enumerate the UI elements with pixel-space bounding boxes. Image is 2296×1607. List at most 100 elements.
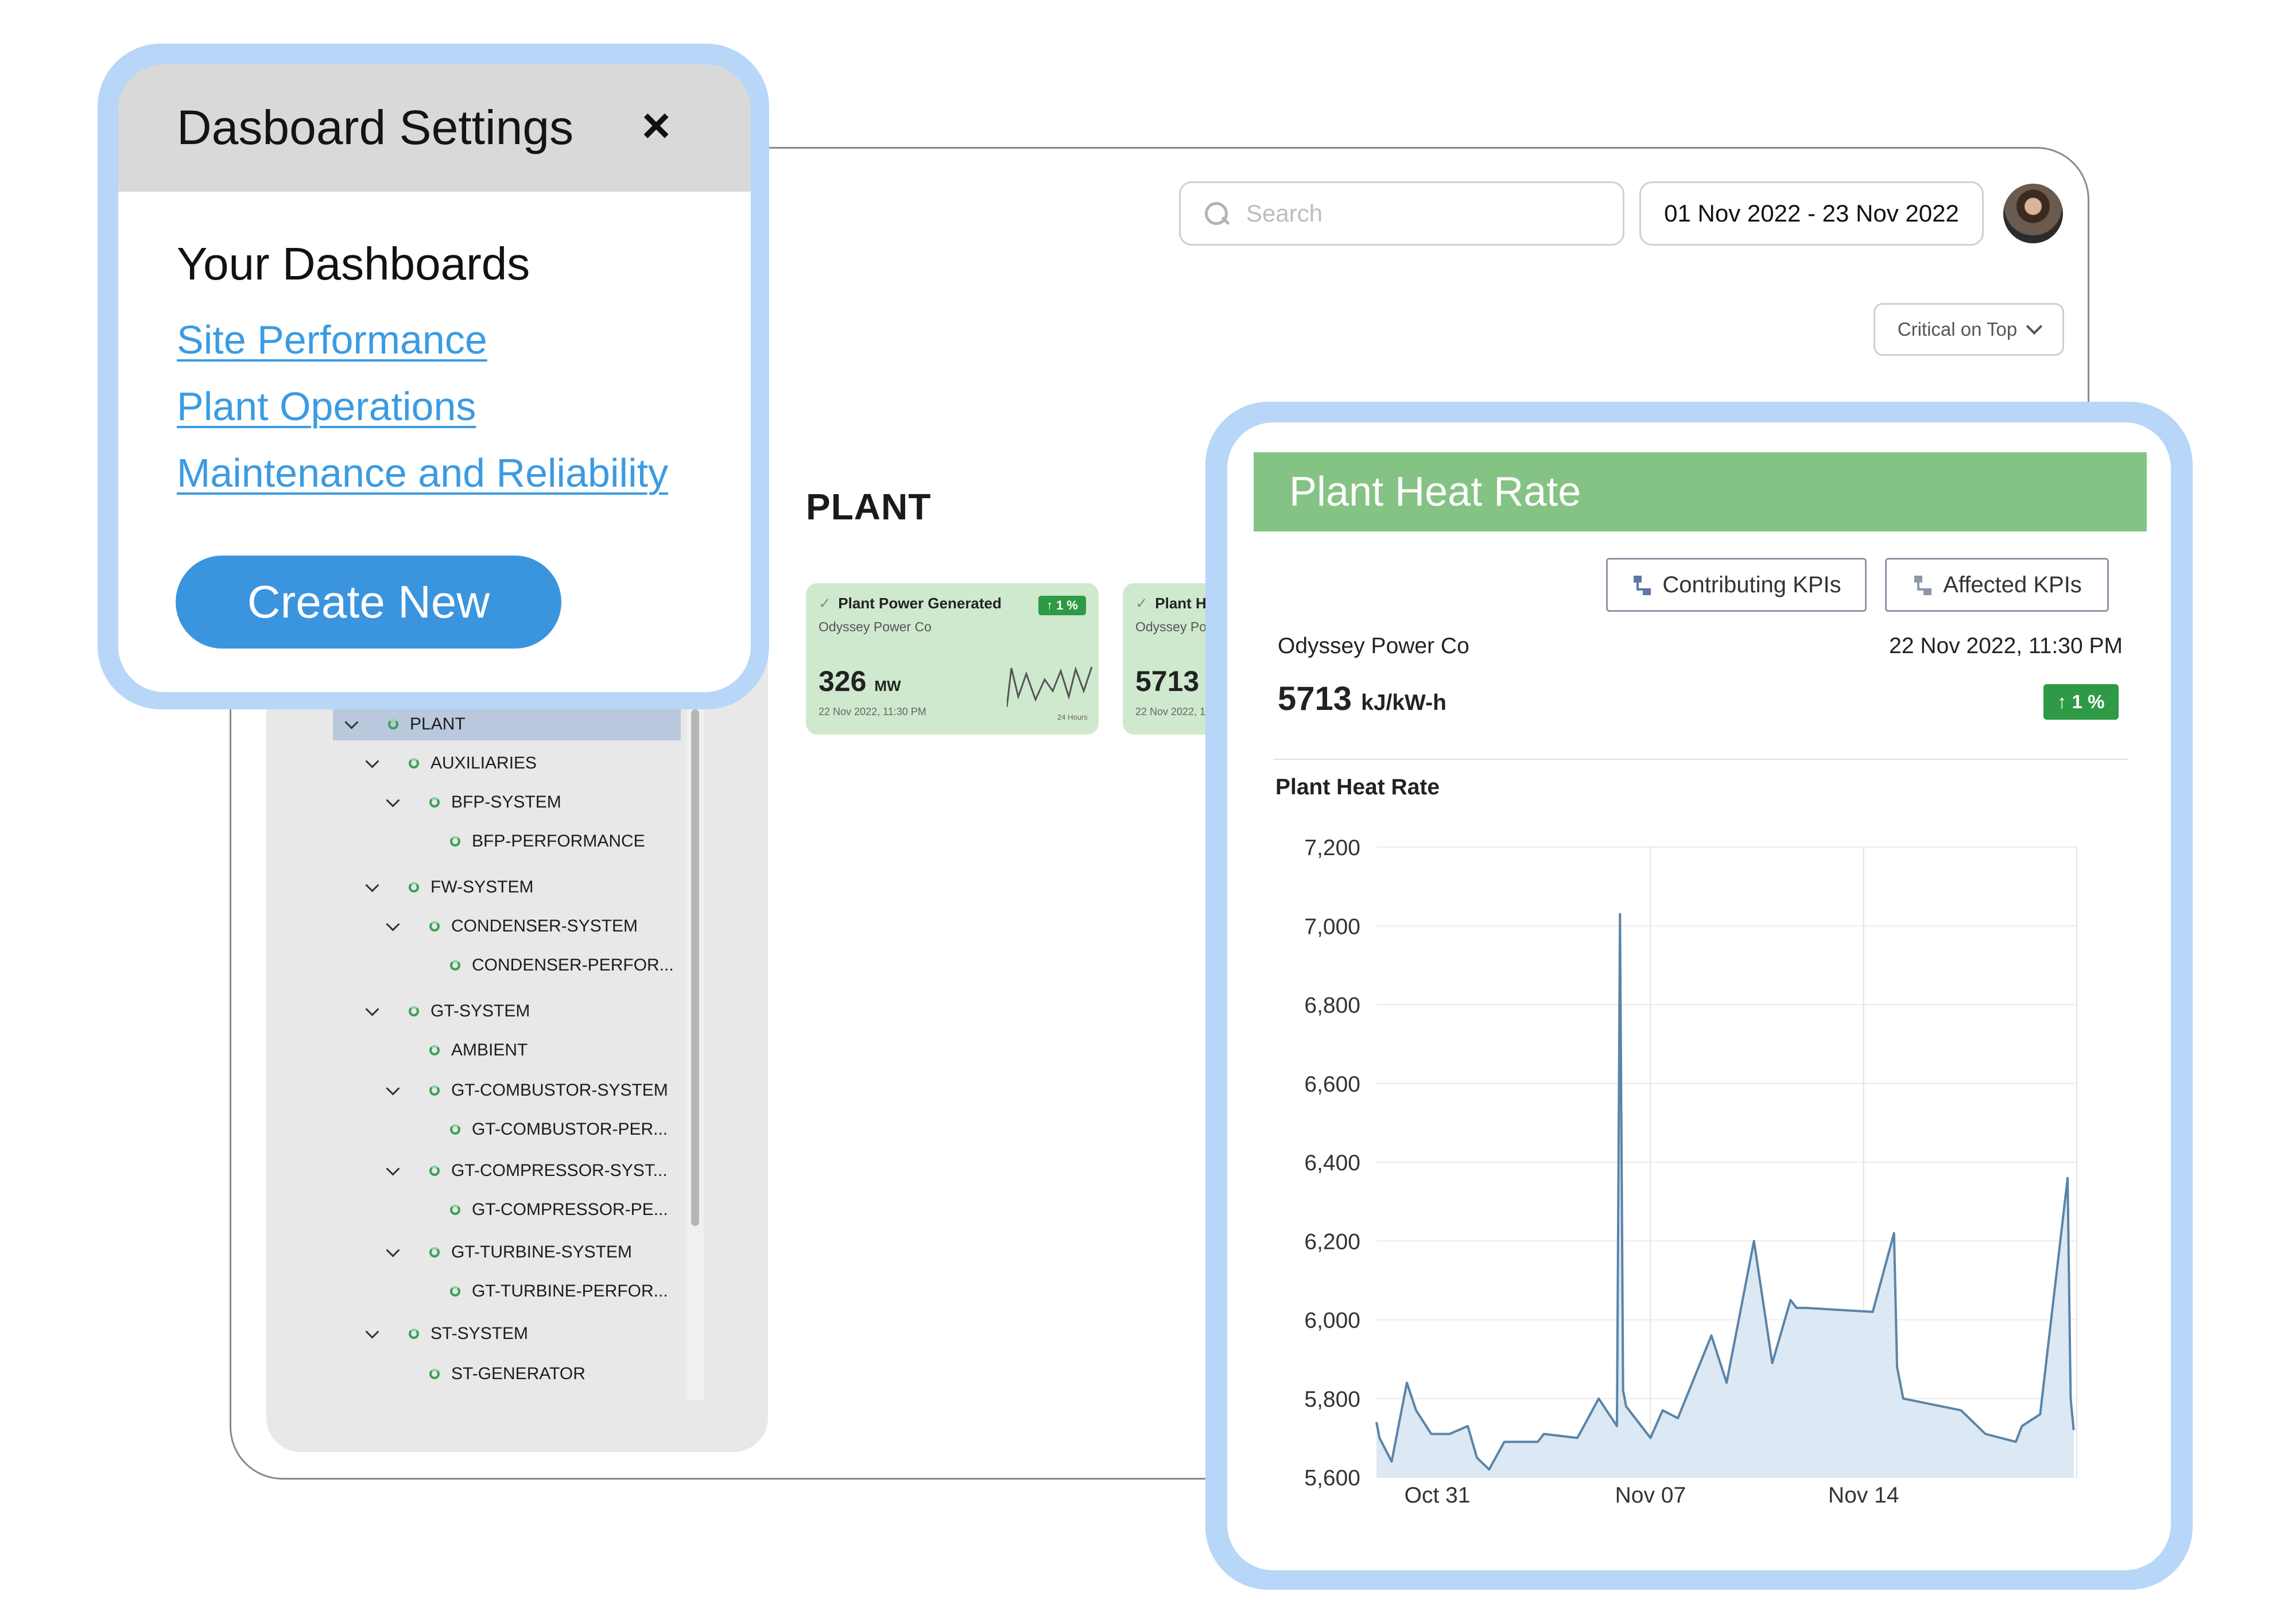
kpi-tile-title: Plant H: [1155, 595, 1207, 612]
create-new-button[interactable]: Create New: [176, 556, 561, 649]
close-icon[interactable]: ×: [642, 98, 670, 154]
dashboard-link-plant-operations[interactable]: Plant Operations: [177, 383, 476, 429]
tree-node-label: AUXILIARIES: [430, 754, 537, 773]
y-tick-label: 6,000: [1304, 1309, 1360, 1333]
tree-node-label: FW-SYSTEM: [430, 878, 534, 896]
tree-node[interactable]: GT-TURBINE-SYSTEM: [382, 1236, 704, 1268]
dashboard-link-maintenance-reliability[interactable]: Maintenance and Reliability: [177, 450, 668, 496]
x-tick-label: Oct 31: [1405, 1483, 1471, 1508]
dashboard-link-site-performance[interactable]: Site Performance: [177, 317, 487, 363]
tree-node[interactable]: GT-COMPRESSOR-SYST...: [382, 1155, 704, 1187]
chevron-down-icon[interactable]: [386, 917, 400, 931]
asset-icon: [450, 1124, 460, 1135]
y-tick-label: 5,600: [1304, 1466, 1360, 1490]
asset-icon: [429, 1247, 440, 1257]
tree-node[interactable]: GT-COMBUSTOR-PER...: [403, 1113, 724, 1146]
tree-node[interactable]: ST-GENERATOR: [382, 1358, 704, 1390]
asset-icon: [450, 1286, 460, 1297]
sort-dropdown[interactable]: Critical on Top: [1874, 303, 2064, 356]
asset-icon: [409, 1329, 419, 1339]
y-tick-label: 7,000: [1304, 914, 1360, 939]
y-tick-label: 6,200: [1304, 1229, 1360, 1254]
tree-node[interactable]: AUXILIARIES: [362, 747, 683, 779]
modal-subtitle: Your Dashboards: [177, 238, 530, 289]
tree-node[interactable]: AMBIENT: [382, 1034, 704, 1066]
chevron-down-icon[interactable]: [365, 1324, 379, 1339]
chevron-down-icon[interactable]: [386, 1081, 400, 1096]
heat-rate-card: Plant Heat Rate Contributing KPIs Affect…: [1227, 422, 2171, 1570]
chevron-down-icon[interactable]: [365, 754, 379, 768]
search-input[interactable]: [1245, 199, 1603, 228]
tree-node-label: GT-COMBUSTOR-PER...: [472, 1120, 668, 1139]
tree-node-label: CONDENSER-SYSTEM: [451, 917, 638, 936]
kpi-value-unit: MW: [874, 677, 901, 694]
tree-node-label: BFP-PERFORMANCE: [472, 832, 645, 851]
tree-node[interactable]: CONDENSER-PERFOR...: [403, 949, 724, 981]
chevron-down-icon[interactable]: [386, 1243, 400, 1257]
kpi-tile-power-generated[interactable]: ✓ Plant Power Generated ↑ 1 % Odyssey Po…: [806, 583, 1099, 735]
y-tick-label: 7,200: [1304, 836, 1360, 860]
x-tick-label: Nov 14: [1828, 1483, 1899, 1508]
tree-node-label: GT-COMPRESSOR-PE...: [472, 1200, 668, 1219]
tree-node-label: CONDENSER-PERFOR...: [472, 956, 674, 975]
tree-node-label: GT-COMBUSTOR-SYSTEM: [451, 1081, 668, 1100]
tree-node-label: GT-SYSTEM: [430, 1002, 530, 1020]
sort-dropdown-value: Critical on Top: [1897, 319, 2018, 340]
asset-icon: [450, 1205, 460, 1215]
asset-icon: [429, 1045, 440, 1055]
series-area: [1376, 914, 2074, 1477]
tree-node-label: ST-GENERATOR: [451, 1364, 585, 1383]
kpi-tile-title: Plant Power Generated: [838, 595, 1002, 612]
asset-icon: [450, 836, 460, 847]
asset-icon: [429, 1166, 440, 1176]
sparkline: [1007, 666, 1093, 708]
date-range-picker[interactable]: 01 Nov 2022 - 23 Nov 2022: [1639, 181, 1984, 246]
tree-node-label: GT-TURBINE-SYSTEM: [451, 1243, 633, 1261]
tree-node-label: PLANT: [410, 715, 466, 733]
asset-icon: [429, 1085, 440, 1096]
trend-badge: ↑ 1 %: [1038, 596, 1086, 615]
asset-icon: [409, 882, 419, 892]
sparkline-caption: 24 Hours: [1057, 713, 1088, 721]
asset-icon: [429, 797, 440, 808]
tree-node[interactable]: FW-SYSTEM: [362, 871, 683, 903]
check-icon: ✓: [1135, 595, 1148, 612]
asset-icon: [429, 1369, 440, 1379]
search-icon: [1204, 201, 1229, 226]
tree-node[interactable]: ST-SYSTEM: [362, 1318, 683, 1350]
tree-node[interactable]: BFP-PERFORMANCE: [403, 825, 724, 857]
chevron-down-icon[interactable]: [386, 793, 400, 808]
kpi-tile-org: Odyssey Power Co: [819, 619, 932, 634]
y-tick-label: 6,400: [1304, 1151, 1360, 1175]
chevron-down-icon[interactable]: [365, 1002, 379, 1016]
avatar[interactable]: [2003, 184, 2063, 243]
chevron-down-icon[interactable]: [386, 1161, 400, 1176]
tree-node[interactable]: GT-COMBUSTOR-SYSTEM: [382, 1074, 704, 1107]
tree-node[interactable]: CONDENSER-SYSTEM: [382, 910, 704, 942]
asset-icon: [450, 960, 460, 971]
tree-node[interactable]: GT-TURBINE-PERFOR...: [403, 1275, 724, 1307]
asset-icon: [409, 1006, 419, 1016]
dashboard-settings-modal: Dasboard Settings × Your Dashboards Site…: [118, 64, 751, 692]
chevron-down-icon[interactable]: [365, 878, 379, 892]
search-box[interactable]: [1179, 181, 1624, 246]
asset-icon: [429, 921, 440, 931]
kpi-tile-value: 326 MW: [819, 665, 901, 698]
tree-node[interactable]: GT-SYSTEM: [362, 995, 683, 1027]
y-tick-label: 5,800: [1304, 1387, 1360, 1412]
tree-node-label: BFP-SYSTEM: [451, 793, 561, 812]
tree-node-label: AMBIENT: [451, 1041, 528, 1059]
tree-node-label: GT-COMPRESSOR-SYST...: [451, 1161, 668, 1180]
x-tick-label: Nov 07: [1615, 1483, 1686, 1508]
tree-node[interactable]: PLANT: [333, 708, 681, 740]
kpi-value-number: 326: [819, 665, 867, 697]
tree-node-label: ST-SYSTEM: [430, 1324, 529, 1343]
kpi-value-number: 5713: [1135, 665, 1200, 697]
check-icon: ✓: [819, 595, 831, 612]
modal-title: Dasboard Settings: [177, 100, 574, 154]
chevron-down-icon[interactable]: [344, 715, 359, 729]
tree-node[interactable]: BFP-SYSTEM: [382, 786, 704, 818]
asset-icon: [388, 719, 398, 729]
section-title: PLANT: [806, 486, 932, 527]
tree-node[interactable]: GT-COMPRESSOR-PE...: [403, 1194, 724, 1226]
